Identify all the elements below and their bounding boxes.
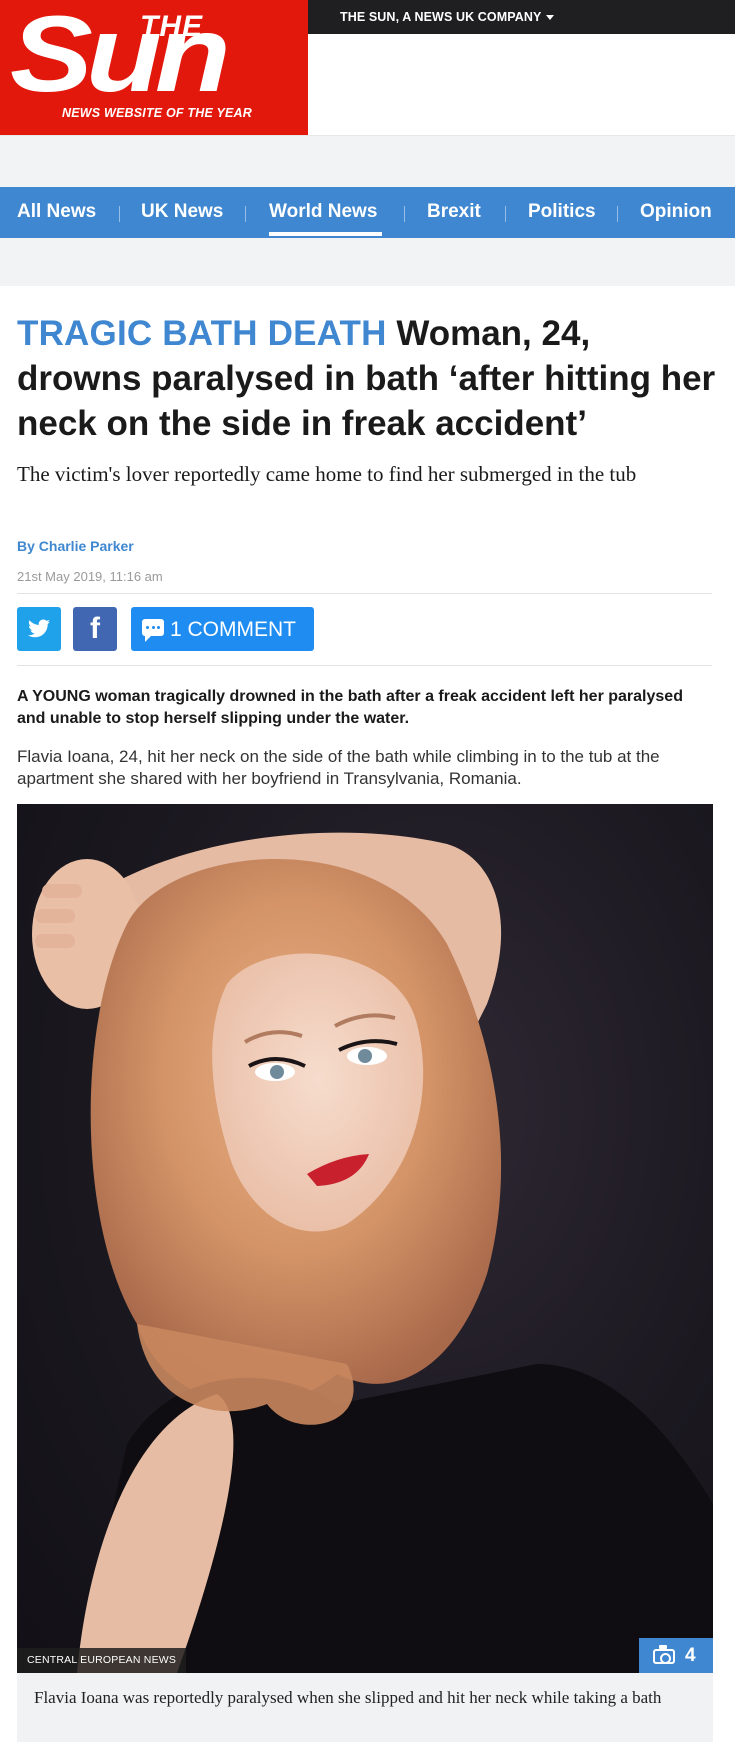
ad-spacer-top (0, 136, 735, 187)
sun-logo[interactable]: THE Sun NEWS WEBSITE OF THE YEAR (0, 0, 308, 135)
camera-icon (653, 1645, 675, 1664)
author-byline[interactable]: By Charlie Parker (17, 538, 134, 554)
nav-item-all-news[interactable]: All News (17, 201, 96, 223)
photo-credit: CENTRAL EUROPEAN NEWS (17, 1648, 187, 1673)
twitter-share-button[interactable] (17, 607, 61, 651)
company-link[interactable]: THE SUN, A NEWS UK COMPANY (340, 10, 541, 24)
nav-divider (617, 206, 618, 222)
article-paragraph: Flavia Ioana, 24, hit her neck on the si… (17, 747, 660, 789)
facebook-icon: f (90, 612, 100, 645)
facebook-share-button[interactable]: f (73, 607, 117, 651)
divider (17, 665, 712, 666)
article-headline: TRAGIC BATH DEATH Woman, 24, drowns para… (17, 312, 717, 446)
nav-item-politics[interactable]: Politics (528, 201, 596, 223)
nav-divider (245, 206, 246, 222)
nav-divider (119, 206, 120, 222)
logo-sun: Sun (10, 0, 231, 114)
article-main-photo[interactable] (17, 804, 713, 1673)
photo-caption: Flavia Ioana was reportedly paralysed wh… (34, 1688, 662, 1707)
nav-item-opinion[interactable]: Opinion (640, 201, 712, 223)
site-header: THE Sun NEWS WEBSITE OF THE YEAR THE SUN… (0, 0, 735, 136)
ad-spacer-bottom (0, 238, 735, 286)
article-lead-paragraph: A YOUNG woman tragically drowned in the … (17, 688, 683, 728)
divider (17, 593, 712, 594)
section-nav: All News UK News World News Brexit Polit… (0, 187, 735, 238)
company-bar: THE SUN, A NEWS UK COMPANY (308, 0, 735, 34)
article-standfirst: The victim's lover reportedly came home … (17, 462, 637, 486)
photo-caption-box: Flavia Ioana was reportedly paralysed wh… (17, 1673, 713, 1742)
caret-down-icon[interactable] (546, 15, 554, 20)
comments-count-label: 1 COMMENT (170, 618, 296, 641)
photo-illustration (32, 832, 713, 1673)
logo-tagline: NEWS WEBSITE OF THE YEAR (62, 106, 252, 120)
twitter-icon (28, 619, 50, 638)
gallery-count: 4 (685, 1645, 696, 1666)
nav-item-world-news[interactable]: World News (269, 201, 377, 223)
nav-active-underline (269, 232, 382, 236)
comment-bubble-icon (142, 619, 164, 642)
headline-kicker: TRAGIC BATH DEATH (17, 314, 387, 353)
nav-item-brexit[interactable]: Brexit (427, 201, 481, 223)
photo-gallery-button[interactable]: 4 (639, 1638, 713, 1673)
nav-divider (404, 206, 405, 222)
nav-divider (505, 206, 506, 222)
nav-item-uk-news[interactable]: UK News (141, 201, 223, 223)
comments-button[interactable]: 1 COMMENT (131, 607, 314, 651)
publish-date: 21st May 2019, 11:16 am (17, 569, 163, 584)
